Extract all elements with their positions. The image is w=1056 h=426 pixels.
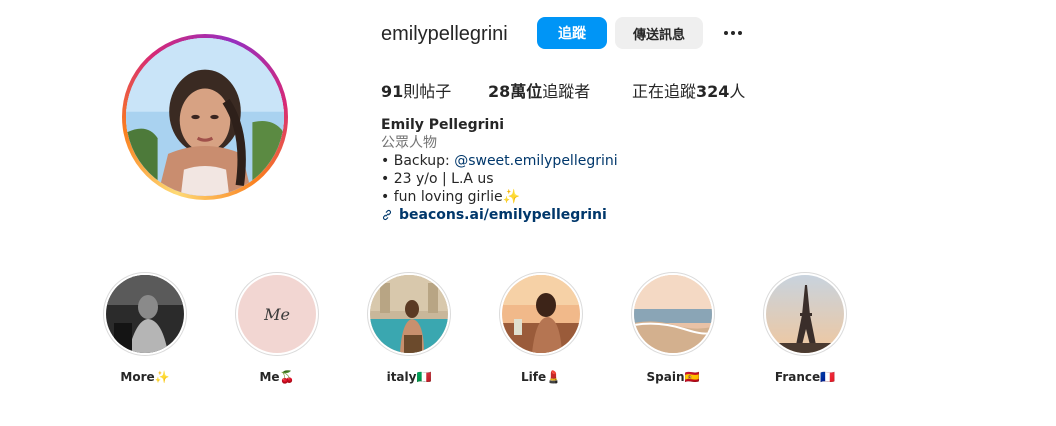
bio-line-backup: • Backup: @sweet.emilypellegrini bbox=[381, 152, 618, 170]
highlight-ring bbox=[499, 272, 583, 356]
profile-avatar-story-ring[interactable] bbox=[122, 34, 288, 200]
highlight-cover-text: Me bbox=[264, 304, 290, 324]
highlight-cover-image bbox=[634, 275, 712, 353]
highlight-label: More✨ bbox=[120, 370, 170, 384]
highlight-life[interactable]: Life💄 bbox=[498, 272, 584, 384]
highlight-me[interactable]: Me Me🍒 bbox=[234, 272, 320, 384]
profile-bio: Emily Pellegrini 公眾人物 • Backup: @sweet.e… bbox=[381, 116, 618, 224]
follow-button[interactable]: 追蹤 bbox=[537, 17, 607, 49]
followers-count: 28萬位 bbox=[488, 82, 543, 101]
highlight-label: Me🍒 bbox=[259, 370, 295, 384]
profile-avatar[interactable] bbox=[126, 38, 284, 196]
highlight-france[interactable]: France🇫🇷 bbox=[762, 272, 848, 384]
posts-count: 91 bbox=[381, 82, 404, 101]
followers-stat[interactable]: 28萬位追蹤者 bbox=[488, 78, 590, 102]
highlight-label: Spain🇪🇸 bbox=[646, 370, 700, 384]
followers-label: 追蹤者 bbox=[542, 82, 591, 101]
link-icon bbox=[382, 209, 392, 221]
following-suffix: 人 bbox=[729, 82, 746, 101]
highlight-cover bbox=[766, 275, 844, 353]
profile-category: 公眾人物 bbox=[381, 135, 437, 151]
highlight-ring: Me bbox=[235, 272, 319, 356]
following-prefix: 正在追蹤 bbox=[632, 82, 697, 101]
bio-backup-prefix: • Backup: bbox=[381, 153, 455, 169]
highlight-cover bbox=[502, 275, 580, 353]
highlight-spain[interactable]: Spain🇪🇸 bbox=[630, 272, 716, 384]
bio-line-age: • 23 y/o | L.A us bbox=[381, 171, 494, 187]
highlight-label: Life💄 bbox=[520, 370, 562, 384]
highlight-cover bbox=[634, 275, 712, 353]
more-dot bbox=[738, 31, 742, 35]
highlight-cover bbox=[106, 275, 184, 353]
highlight-cover-image bbox=[106, 275, 184, 353]
highlight-ring bbox=[103, 272, 187, 356]
following-count: 324 bbox=[696, 82, 730, 101]
backup-account-mention[interactable]: @sweet.emilypellegrini bbox=[454, 153, 617, 169]
highlight-cover: Me bbox=[238, 275, 316, 353]
send-message-button[interactable]: 傳送訊息 bbox=[615, 17, 703, 49]
profile-full-name: Emily Pellegrini bbox=[381, 117, 505, 133]
highlight-cover bbox=[370, 275, 448, 353]
following-stat[interactable]: 正在追蹤324人 bbox=[632, 78, 745, 102]
posts-label: 則帖子 bbox=[403, 82, 452, 101]
avatar-photo bbox=[126, 38, 284, 196]
posts-stat: 91則帖子 bbox=[381, 78, 451, 102]
more-dot bbox=[724, 31, 728, 35]
highlight-ring bbox=[367, 272, 451, 356]
profile-username: emilypellegrini bbox=[381, 23, 508, 45]
highlight-label: France🇫🇷 bbox=[774, 370, 836, 384]
highlight-cover-image bbox=[370, 275, 448, 353]
highlight-more[interactable]: More✨ bbox=[102, 272, 188, 384]
highlight-ring bbox=[631, 272, 715, 356]
highlight-cover-image bbox=[502, 275, 580, 353]
highlight-italy[interactable]: italy🇮🇹 bbox=[366, 272, 452, 384]
highlight-label: italy🇮🇹 bbox=[386, 370, 432, 384]
highlight-cover-image bbox=[766, 275, 844, 353]
more-dot bbox=[731, 31, 735, 35]
bio-line-fun: • fun loving girlie✨ bbox=[381, 189, 521, 205]
highlight-ring bbox=[763, 272, 847, 356]
bio-external-link[interactable]: beacons.ai/emilypellegrini bbox=[381, 206, 618, 224]
more-options-icon[interactable] bbox=[720, 22, 746, 44]
bio-link-text: beacons.ai/emilypellegrini bbox=[399, 207, 607, 223]
